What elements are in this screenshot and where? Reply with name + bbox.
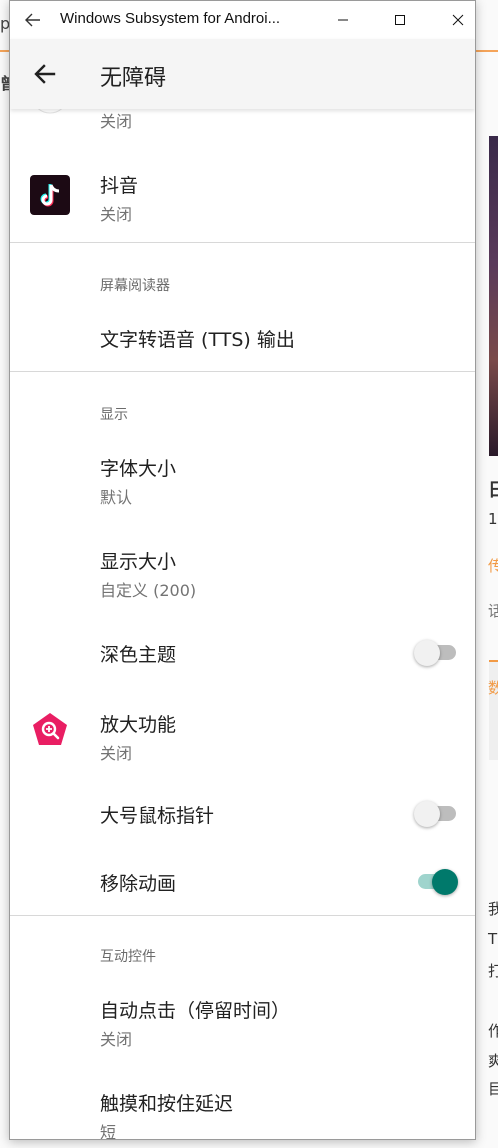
tts-output-title: 文字转语音 (TTS) 输出	[100, 329, 295, 351]
list-item-remove-animations[interactable]: 移除动画	[10, 853, 475, 909]
section-header-interaction: 互动控件	[100, 949, 156, 965]
background-divider	[476, 50, 498, 52]
font-size-value: 默认	[100, 488, 133, 507]
display-size-value: 自定义 (200)	[100, 581, 197, 600]
list-item-font-size[interactable]: 字体大小 默认	[10, 439, 475, 515]
touch-hold-delay-title: 触摸和按住延迟	[100, 1093, 234, 1115]
background-text-fragment: 爽	[488, 1052, 498, 1070]
navigate-up-arrow-icon[interactable]	[32, 61, 58, 87]
background-text-fragment: 我	[488, 900, 498, 918]
toggle-thumb	[414, 640, 440, 666]
large-pointer-toggle[interactable]	[414, 799, 458, 827]
background-text-fragment: 数	[488, 679, 498, 697]
douyin-app-icon	[30, 175, 70, 215]
window-title: Windows Subsystem for Androi...	[60, 10, 281, 27]
magnification-title: 放大功能	[100, 714, 177, 736]
touch-hold-delay-value: 短	[100, 1123, 117, 1140]
maximize-button[interactable]	[377, 1, 423, 39]
magnification-icon	[30, 711, 70, 751]
background-image	[489, 136, 498, 456]
magnification-value: 关闭	[100, 744, 133, 763]
list-item-display-size[interactable]: 显示大小 自定义 (200)	[10, 532, 475, 608]
display-size-title: 显示大小	[100, 551, 177, 573]
toggle-thumb	[414, 801, 440, 827]
app-icon	[30, 109, 70, 119]
list-item-touch-hold-delay[interactable]: 触摸和按住延迟 短	[10, 1074, 475, 1140]
remove-animations-title: 移除动画	[100, 873, 177, 895]
settings-list[interactable]: 关闭 抖音 关闭 屏幕阅读器 文字转语音 (TTS) 输出 显示 字体大小 默认…	[10, 109, 475, 1140]
background-text-fragment: 话	[488, 602, 498, 620]
minimize-icon	[338, 19, 348, 21]
list-item-dark-theme[interactable]: 深色主题	[10, 624, 475, 680]
dark-theme-title: 深色主题	[100, 644, 177, 666]
dark-theme-toggle[interactable]	[414, 638, 458, 666]
app-name: 抖音	[100, 175, 139, 197]
background-text-fragment: Ti	[488, 930, 498, 948]
section-header-display: 显示	[100, 407, 128, 423]
section-divider	[10, 915, 475, 916]
remove-animations-toggle[interactable]	[414, 867, 458, 895]
app-bar: 无障碍	[10, 39, 475, 109]
list-item-douyin[interactable]: 抖音 关闭	[10, 159, 475, 239]
background-text-fragment: 传	[488, 557, 498, 575]
autoclick-title: 自动点击（停留时间）	[100, 1000, 291, 1022]
list-item-autoclick[interactable]: 自动点击（停留时间） 关闭	[10, 981, 475, 1057]
back-arrow-icon[interactable]	[22, 9, 44, 31]
app-status: 关闭	[100, 112, 133, 131]
section-header-screen-reader: 屏幕阅读器	[100, 278, 170, 294]
background-right-panel: 日 1. 传 话 数 我 Ti 打 作 爽 目	[476, 50, 498, 1148]
background-panel	[489, 660, 498, 760]
wsa-window: Windows Subsystem for Androi... 无障碍 关闭 抖…	[9, 0, 476, 1140]
list-item-app[interactable]: 关闭	[10, 109, 475, 139]
section-divider	[10, 371, 475, 372]
toggle-thumb	[432, 869, 458, 895]
maximize-icon	[395, 15, 405, 25]
list-item-magnification[interactable]: 放大功能 关闭	[10, 694, 475, 770]
section-divider	[10, 242, 475, 243]
background-text-fragment: 1.	[488, 510, 498, 528]
list-item-large-pointer[interactable]: 大号鼠标指针	[10, 785, 475, 841]
large-pointer-title: 大号鼠标指针	[100, 805, 215, 827]
background-text-fragment: 目	[488, 1080, 498, 1098]
window-titlebar[interactable]: Windows Subsystem for Androi...	[10, 1, 475, 39]
close-button[interactable]	[435, 1, 475, 39]
autoclick-value: 关闭	[100, 1030, 133, 1049]
page-title: 无障碍	[100, 66, 167, 91]
minimize-button[interactable]	[320, 1, 366, 39]
font-size-title: 字体大小	[100, 458, 177, 480]
background-text-fragment: 打	[488, 962, 498, 980]
background-text-fragment: 作	[488, 1022, 498, 1040]
app-status: 关闭	[100, 205, 133, 224]
list-item-tts-output[interactable]: 文字转语音 (TTS) 输出	[10, 309, 475, 365]
close-icon	[452, 14, 464, 26]
background-text-fragment: 日	[488, 480, 498, 501]
